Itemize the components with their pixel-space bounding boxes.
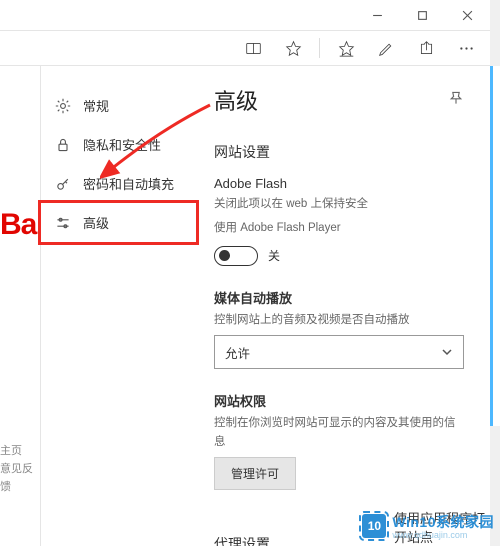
notes-icon[interactable] (368, 31, 404, 65)
gear-icon (55, 98, 71, 114)
watermark-url: www.qdhuajin.com (392, 530, 494, 540)
settings-main: 高级 网站设置 Adobe Flash 关闭此项以在 web 上保持安全 使用 … (196, 66, 490, 546)
background-footer: 主页 意见反馈 (0, 442, 40, 496)
watermark-badge: 10 (362, 514, 386, 538)
settings-panel: 常规 隐私和安全性 密码和自动填充 高级 高级 (40, 66, 490, 546)
sidebar-item-passwords[interactable]: 密码和自动填充 (41, 164, 196, 203)
permissions-title: 网站权限 (214, 391, 464, 410)
right-window-edge (490, 66, 500, 426)
minimize-button[interactable] (355, 0, 400, 30)
manage-permissions-button[interactable]: 管理许可 (214, 457, 296, 490)
window-titlebar (0, 0, 490, 30)
sidebar-item-privacy[interactable]: 隐私和安全性 (41, 125, 196, 164)
autoplay-select-value: 允许 (225, 343, 250, 362)
favorite-star-icon[interactable] (275, 31, 311, 65)
background-page: Ba 主页 意见反馈 (0, 66, 40, 546)
flash-title: Adobe Flash (214, 176, 464, 191)
chevron-down-icon (441, 346, 453, 358)
lock-icon (55, 137, 71, 153)
key-icon (55, 176, 71, 192)
baidu-logo-fragment: Ba (0, 208, 36, 242)
divider (319, 38, 320, 58)
sidebar-item-label: 密码和自动填充 (83, 174, 174, 193)
autoplay-select[interactable]: 允许 (214, 335, 464, 369)
autoplay-desc: 控制网站上的音频及视频是否自动播放 (214, 311, 464, 329)
page-title: 高级 (214, 84, 258, 116)
section-website-settings: 网站设置 (214, 142, 464, 162)
settings-sidebar: 常规 隐私和安全性 密码和自动填充 高级 (41, 66, 196, 546)
maximize-button[interactable] (400, 0, 445, 30)
reading-view-icon[interactable] (235, 31, 271, 65)
permissions-desc: 控制在你浏览时网站可显示的内容及其使用的信息 (214, 414, 464, 451)
sliders-icon (55, 215, 71, 231)
sidebar-item-label: 隐私和安全性 (83, 135, 161, 154)
autoplay-title: 媒体自动播放 (214, 288, 464, 307)
more-icon[interactable] (448, 31, 484, 65)
flash-desc: 关闭此项以在 web 上保持安全 (214, 195, 464, 213)
sidebar-item-label: 高级 (83, 213, 109, 232)
pin-icon[interactable] (448, 90, 464, 111)
browser-toolbar (0, 30, 490, 66)
flash-toggle[interactable] (214, 246, 258, 266)
watermark: 10 Win10系统家园 www.qdhuajin.com (362, 512, 494, 540)
sidebar-item-label: 常规 (83, 96, 109, 115)
flash-use-label: 使用 Adobe Flash Player (214, 219, 464, 237)
flash-toggle-state: 关 (268, 247, 280, 264)
close-button[interactable] (445, 0, 490, 30)
favorites-hub-icon[interactable] (328, 31, 364, 65)
sidebar-item-advanced[interactable]: 高级 (41, 203, 196, 242)
watermark-text: Win10系统家园 (392, 512, 494, 532)
share-icon[interactable] (408, 31, 444, 65)
sidebar-item-general[interactable]: 常规 (41, 86, 196, 125)
